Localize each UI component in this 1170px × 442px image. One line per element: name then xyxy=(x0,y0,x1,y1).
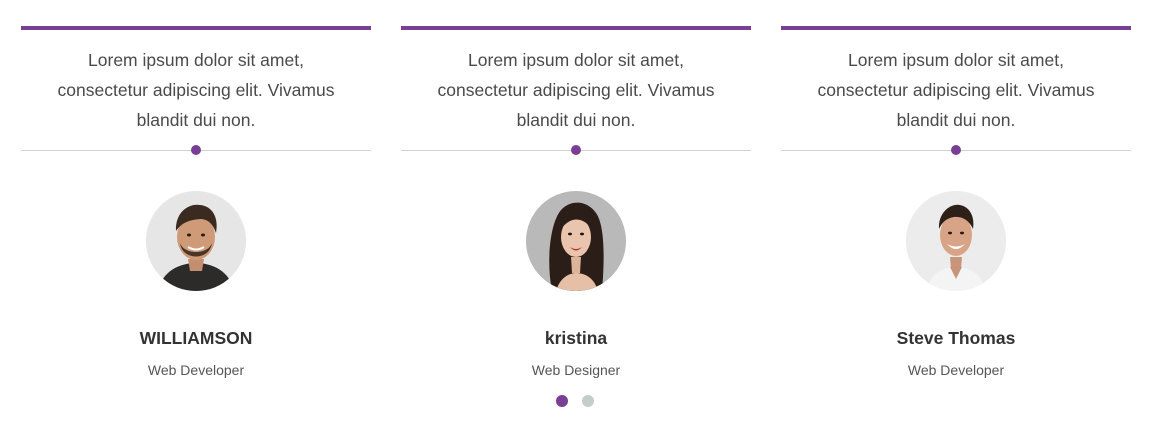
person-role: Web Designer xyxy=(531,362,621,378)
pagination-dot-2[interactable] xyxy=(582,395,594,407)
pagination-dot-1[interactable] xyxy=(556,395,568,407)
person-name: kristina xyxy=(544,328,608,348)
man-with-beard-portrait-icon xyxy=(146,191,246,291)
card-accent-bar xyxy=(401,26,751,30)
card-accent-bar xyxy=(781,26,1131,30)
slider-pagination xyxy=(556,395,594,407)
divider-dot xyxy=(571,145,581,155)
person-role: Web Developer xyxy=(147,362,245,378)
testimonial-quote: Lorem ipsum dolor sit amet, consectetur … xyxy=(57,50,335,130)
avatar xyxy=(146,191,246,291)
testimonial-card: Lorem ipsum dolor sit amet, consectetur … xyxy=(781,26,1131,386)
divider-dot xyxy=(191,145,201,155)
testimonial-quote: Lorem ipsum dolor sit amet, consectetur … xyxy=(437,50,715,130)
person-role: Web Developer xyxy=(907,362,1005,378)
person-name: WILLIAMSON xyxy=(139,328,253,348)
woman-portrait-icon xyxy=(526,191,626,291)
card-accent-bar xyxy=(21,26,371,30)
testimonial-quote: Lorem ipsum dolor sit amet, consectetur … xyxy=(817,50,1095,130)
avatar xyxy=(526,191,626,291)
person-name: Steve Thomas xyxy=(896,328,1016,348)
divider-dot xyxy=(951,145,961,155)
testimonial-card: Lorem ipsum dolor sit amet, consectetur … xyxy=(21,26,371,386)
avatar xyxy=(906,191,1006,291)
testimonial-card: Lorem ipsum dolor sit amet, consectetur … xyxy=(401,26,751,386)
smiling-man-portrait-icon xyxy=(906,191,1006,291)
testimonial-slider: Lorem ipsum dolor sit amet, consectetur … xyxy=(0,0,1170,442)
